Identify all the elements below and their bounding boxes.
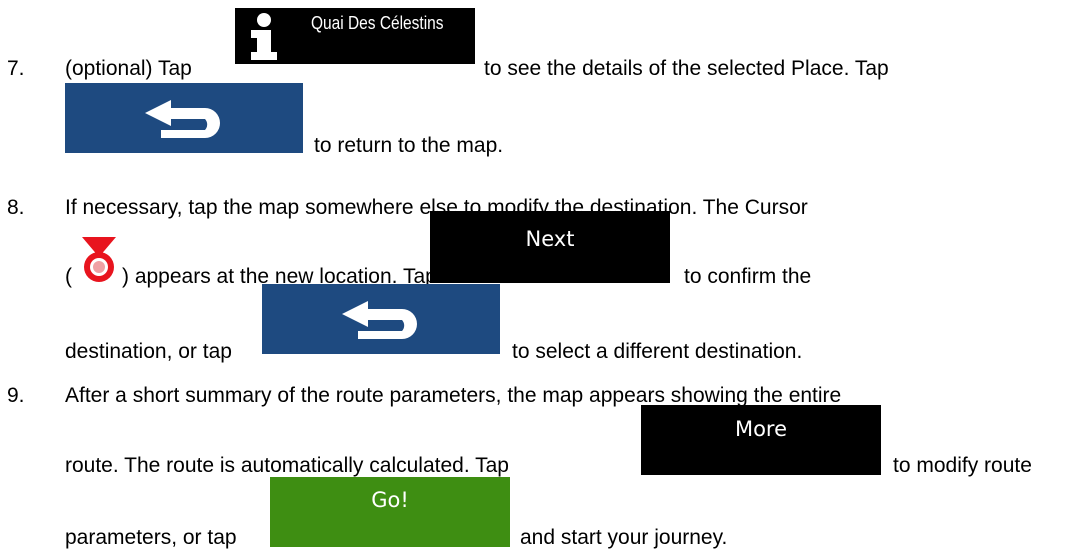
cursor-icon: [82, 237, 116, 282]
step-9-text-d: parameters, or tap: [65, 526, 237, 549]
step-9-text-b: route. The route is automatically calcul…: [65, 454, 509, 477]
back-arrow-icon: [342, 301, 417, 339]
step-8-text-e: destination, or tap: [65, 340, 232, 363]
place-info-button[interactable]: Quai Des Célestins: [235, 8, 475, 64]
step-8-text-b: (: [65, 265, 72, 288]
info-icon: [251, 13, 277, 60]
more-button[interactable]: More: [641, 405, 881, 475]
place-name-label: Quai Des Célestins: [311, 13, 444, 33]
step-9-text-e: and start your journey.: [520, 526, 728, 549]
back-button[interactable]: [65, 83, 303, 153]
more-button-label: More: [734, 417, 788, 441]
step-9-text-c: to modify route: [893, 454, 1032, 477]
back-arrow-icon: [145, 100, 220, 138]
go-button-label: Go!: [371, 488, 409, 512]
step-number: 9.: [7, 384, 25, 407]
back-button[interactable]: [262, 284, 500, 354]
step-number: 7.: [7, 57, 25, 80]
next-button[interactable]: Next: [430, 211, 670, 283]
go-button[interactable]: Go!: [270, 477, 510, 547]
step-8-text-d: to confirm the: [684, 265, 812, 288]
step-8-text-f: to select a different destination.: [512, 340, 803, 363]
step-7-text-c: to return to the map.: [314, 134, 504, 157]
step-7-text-a: (optional) Tap: [65, 57, 192, 80]
step-number: 8.: [7, 196, 25, 219]
step-7-text-b: to see the details of the selected Place…: [484, 57, 889, 80]
next-button-label: Next: [525, 227, 575, 251]
